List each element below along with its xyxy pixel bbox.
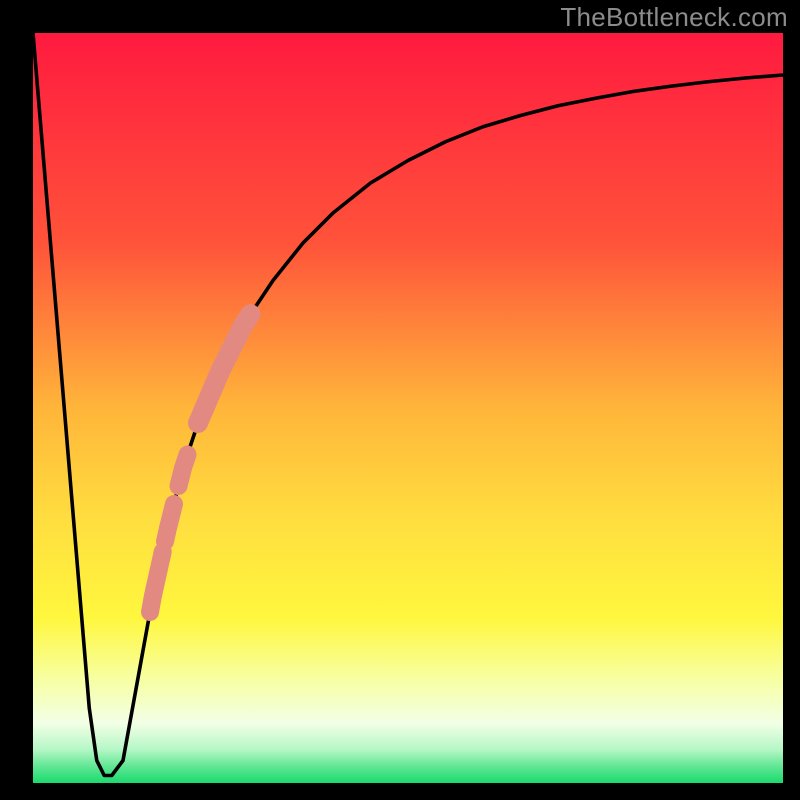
watermark-text: TheBottleneck.com (560, 2, 788, 33)
bottleneck-chart (0, 0, 800, 800)
highlighted-dot-1 (179, 455, 188, 487)
highlighted-dot-2 (165, 504, 174, 542)
chart-frame: TheBottleneck.com (0, 0, 800, 800)
